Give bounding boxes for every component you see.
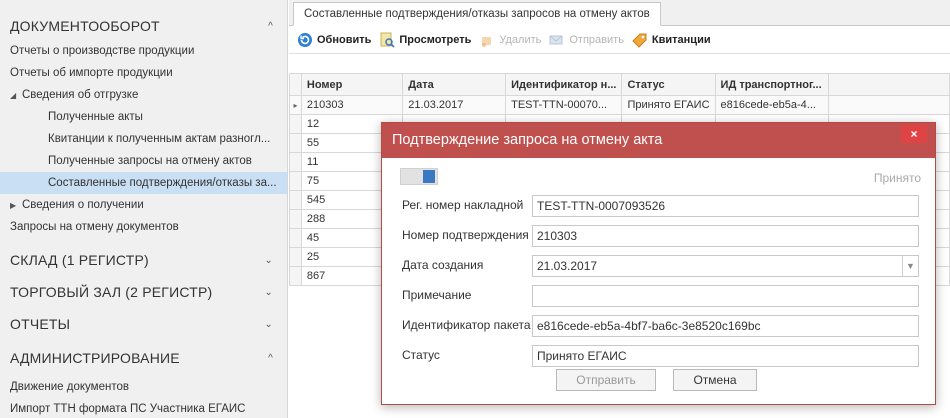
field-confirmation-number: Номер подтверждения 210303 xyxy=(382,225,935,247)
sidebar-item-act-receipts[interactable]: Квитанции к полученным актам разногл... xyxy=(0,128,287,150)
package-id-input[interactable]: e816cede-eb5a-4bf7-ba6c-3e8520c169bc xyxy=(532,315,919,337)
section-reports-label: ОТЧЕТЫ xyxy=(10,316,71,332)
section-documents-label: ДОКУМЕНТООБОРОТ xyxy=(10,18,160,34)
section-documents[interactable]: ДОКУМЕНТООБОРОТ ^ xyxy=(0,0,287,40)
field-creation-date: Дата создания 21.03.2017 ▼ xyxy=(382,255,935,277)
delete-button[interactable]: Удалить xyxy=(479,32,541,48)
dialog-title: Подтверждение запроса на отмену акта xyxy=(392,132,663,148)
dropdown-arrow-icon[interactable]: ▼ xyxy=(902,256,918,276)
section-administration[interactable]: АДМИНИСТРИРОВАНИЕ ^ xyxy=(0,340,287,376)
column-header-status[interactable]: Статус xyxy=(621,73,716,96)
sidebar-item-received-acts[interactable]: Полученные акты xyxy=(0,106,287,128)
column-header-date[interactable]: Дата xyxy=(402,73,507,96)
send-button[interactable]: Отправить xyxy=(556,369,656,391)
field-package-id: Идентификатор пакета e816cede-eb5a-4bf7-… xyxy=(382,315,935,337)
status-input[interactable]: Принято ЕГАИС xyxy=(532,345,919,367)
chevron-down-icon[interactable]: ⌄ xyxy=(264,319,273,330)
current-row-arrow-icon: ▸ xyxy=(289,95,302,115)
confirmation-number-input[interactable]: 210303 xyxy=(532,225,919,247)
field-status: Статус Принято ЕГАИС xyxy=(382,345,935,367)
view-button[interactable]: Просмотреть xyxy=(379,32,471,48)
sidebar-item-receipt-info[interactable]: ▶ Сведения о получении xyxy=(0,194,287,216)
field-invoice-reg-number: Рег. номер накладной TEST-TTN-0007093526 xyxy=(382,195,935,217)
chevron-down-icon[interactable]: ⌄ xyxy=(264,255,273,266)
tab-bar: Составленные подтверждения/отказы запрос… xyxy=(289,0,950,26)
section-reports[interactable]: ОТЧЕТЫ ⌄ xyxy=(0,308,287,340)
section-warehouse[interactable]: СКЛАД (1 РЕГИСТР) ⌄ xyxy=(0,244,287,276)
note-input[interactable] xyxy=(532,285,919,307)
column-header-number[interactable]: Номер xyxy=(300,73,404,96)
toggle-knob xyxy=(423,170,435,183)
section-sales-floor-label: ТОРГОВЫЙ ЗАЛ (2 РЕГИСТР) xyxy=(10,284,213,300)
sidebar-item-doc-movement[interactable]: Движение документов xyxy=(0,376,287,398)
receipt-tag-icon xyxy=(632,33,647,48)
send-button[interactable]: Отправить xyxy=(549,32,624,48)
tab-confirmations[interactable]: Составленные подтверждения/отказы запрос… xyxy=(293,2,661,26)
chevron-up-icon[interactable]: ^ xyxy=(268,21,273,32)
sidebar-item-shipment-info[interactable]: ◢ Сведения об отгрузке xyxy=(0,84,287,106)
receipts-button[interactable]: Квитанции xyxy=(632,32,711,48)
sidebar-item-doc-cancel-requests[interactable]: Запросы на отмену документов xyxy=(0,216,287,238)
send-icon xyxy=(549,35,563,44)
status-toggle[interactable] xyxy=(400,168,438,185)
sidebar-item-import-reports[interactable]: Отчеты об импорте продукции xyxy=(0,62,287,84)
dialog-title-bar[interactable]: Подтверждение запроса на отмену акта × xyxy=(382,123,935,158)
section-sales-floor[interactable]: ТОРГОВЫЙ ЗАЛ (2 РЕГИСТР) ⌄ xyxy=(0,276,287,308)
invoice-reg-number-input[interactable]: TEST-TTN-0007093526 xyxy=(532,195,919,217)
creation-date-picker[interactable]: 21.03.2017 ▼ xyxy=(532,255,919,277)
refresh-button[interactable]: Обновить xyxy=(297,32,371,48)
field-note: Примечание xyxy=(382,285,935,307)
collapsed-triangle-icon[interactable]: ▶ xyxy=(10,195,22,216)
section-warehouse-label: СКЛАД (1 РЕГИСТР) xyxy=(10,252,149,268)
sidebar-item-ttn-import[interactable]: Импорт ТТН формата ПС Участника ЕГАИС xyxy=(0,398,287,418)
chevron-up-icon[interactable]: ^ xyxy=(268,353,273,364)
section-administration-label: АДМИНИСТРИРОВАНИЕ xyxy=(10,350,180,366)
refresh-icon xyxy=(298,32,312,47)
column-header-transport-id[interactable]: ИД транспортног... xyxy=(714,73,830,96)
column-header-identifier[interactable]: Идентификатор н... xyxy=(505,73,623,96)
cancel-confirmation-dialog: Подтверждение запроса на отмену акта × П… xyxy=(381,122,936,405)
sidebar-item-cancel-requests[interactable]: Полученные запросы на отмену актов xyxy=(0,150,287,172)
close-icon[interactable]: × xyxy=(901,125,927,143)
cancel-button[interactable]: Отмена xyxy=(673,369,757,391)
table-header-row: Номер Дата Идентификатор н... Статус ИД … xyxy=(289,73,950,96)
toolbar: Обновить Просмотреть Удалить Отправить К… xyxy=(289,26,950,54)
delete-icon xyxy=(482,36,492,47)
expanded-triangle-icon[interactable]: ◢ xyxy=(10,85,22,106)
view-document-icon xyxy=(380,32,395,48)
sidebar: ДОКУМЕНТООБОРОТ ^ Отчеты о производстве … xyxy=(0,0,288,418)
table-row[interactable]: ▸ 210303 21.03.2017 TEST-TTN-00070... Пр… xyxy=(289,95,950,115)
sidebar-item-production-reports[interactable]: Отчеты о производстве продукции xyxy=(0,40,287,62)
sidebar-item-confirmations[interactable]: Составленные подтверждения/отказы за... xyxy=(0,172,287,194)
chevron-down-icon[interactable]: ⌄ xyxy=(264,287,273,298)
status-indicator: Принято xyxy=(873,171,921,185)
